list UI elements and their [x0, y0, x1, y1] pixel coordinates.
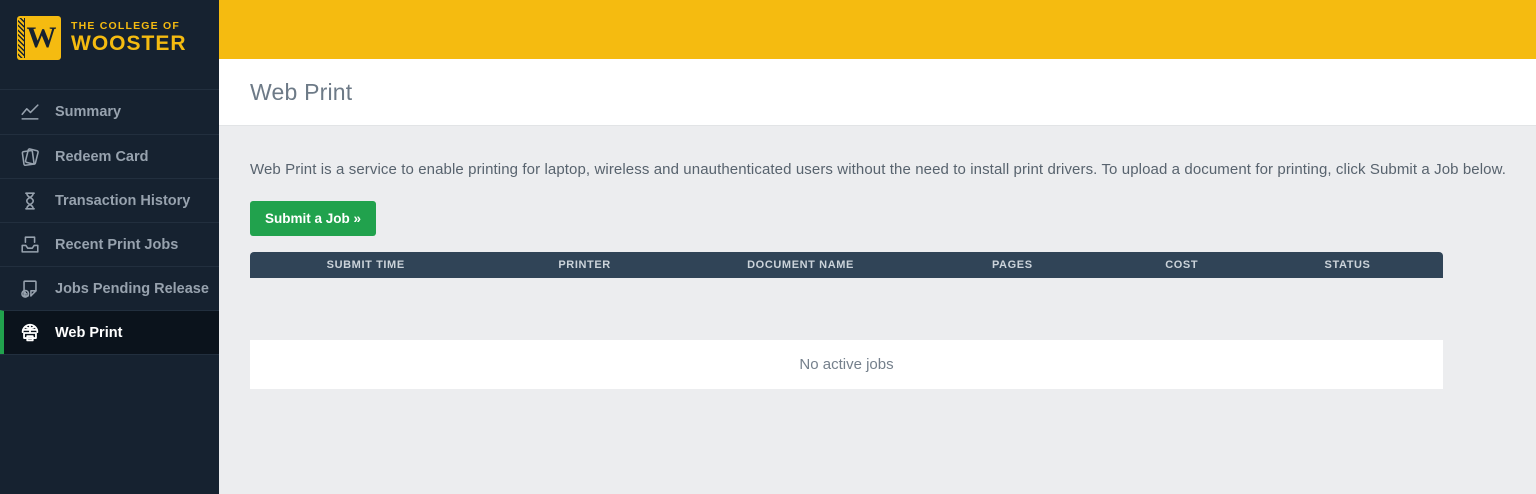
- column-header-cost: COST: [1165, 259, 1199, 271]
- chart-line-icon: [21, 104, 39, 120]
- college-logo: W THE COLLEGE OF WOOSTER: [0, 0, 219, 74]
- top-accent-bar: [219, 0, 1536, 59]
- sidebar-item-label: Recent Print Jobs: [55, 236, 179, 253]
- submit-a-job-button[interactable]: Submit a Job »: [250, 201, 377, 236]
- logo-letter: W: [26, 21, 57, 54]
- logo-line2: WOOSTER: [71, 31, 187, 55]
- sidebar: W THE COLLEGE OF WOOSTER Summary Redeem …: [0, 0, 219, 494]
- column-header-submit-time: SUBMIT TIME: [326, 259, 405, 271]
- column-header-document-name: DOCUMENT NAME: [747, 259, 854, 271]
- globe-printer-icon: [21, 323, 39, 341]
- page-header: Web Print: [219, 59, 1536, 126]
- logo-wordmark: THE COLLEGE OF WOOSTER: [71, 20, 187, 56]
- cards-icon: [21, 147, 39, 166]
- sidebar-nav: Summary Redeem Card Transaction History: [0, 89, 219, 355]
- sidebar-item-redeem-card[interactable]: Redeem Card: [0, 134, 219, 178]
- sidebar-item-label: Redeem Card: [55, 148, 149, 165]
- sidebar-item-summary[interactable]: Summary: [0, 90, 219, 134]
- hourglass-icon: [25, 191, 35, 210]
- main-area: Web Print Web Print is a service to enab…: [219, 0, 1536, 494]
- sidebar-item-label: Jobs Pending Release: [55, 280, 209, 297]
- document-clock-icon: [21, 279, 37, 298]
- column-header-status: STATUS: [1324, 259, 1371, 271]
- inbox-tray-icon: [21, 235, 39, 253]
- sidebar-item-label: Web Print: [55, 324, 123, 341]
- web-print-description: Web Print is a service to enable printin…: [250, 161, 1506, 178]
- empty-jobs-message: No active jobs: [250, 340, 1443, 389]
- column-header-pages: PAGES: [991, 259, 1033, 271]
- wooster-w-logo-icon: W: [17, 16, 61, 60]
- web-print-content: Web Print is a service to enable printin…: [219, 126, 1536, 494]
- sidebar-item-recent-print-jobs[interactable]: Recent Print Jobs: [0, 222, 219, 266]
- jobs-table-header: SUBMIT TIME PRINTER DOCUMENT NAME PAGES …: [250, 252, 1443, 278]
- sidebar-item-jobs-pending-release[interactable]: Jobs Pending Release: [0, 266, 219, 310]
- app-window: W THE COLLEGE OF WOOSTER Summary Redeem …: [0, 0, 1536, 494]
- jobs-table-body-gap: [250, 278, 1443, 340]
- sidebar-item-web-print[interactable]: Web Print: [0, 310, 219, 354]
- page-title: Web Print: [250, 78, 353, 105]
- sidebar-item-label: Transaction History: [55, 192, 191, 209]
- sidebar-item-transaction-history[interactable]: Transaction History: [0, 178, 219, 222]
- sidebar-item-label: Summary: [55, 104, 122, 120]
- logo-line1: THE COLLEGE OF: [71, 19, 180, 32]
- column-header-printer: PRINTER: [558, 259, 611, 271]
- jobs-table: SUBMIT TIME PRINTER DOCUMENT NAME PAGES …: [250, 252, 1443, 389]
